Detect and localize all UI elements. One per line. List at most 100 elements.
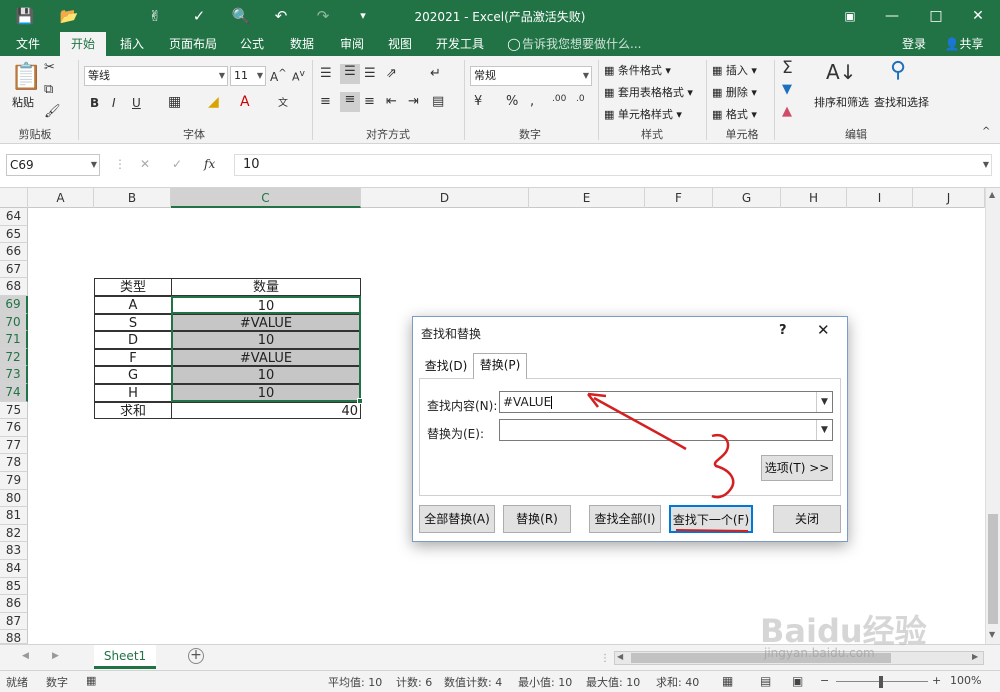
row-header[interactable]: 86 bbox=[0, 595, 28, 613]
decrease-decimal-icon[interactable]: .0 bbox=[576, 94, 585, 104]
percent-icon[interactable]: % bbox=[506, 94, 518, 109]
sheet-tab-sheet1[interactable]: Sheet1 bbox=[94, 645, 156, 669]
fill-icon[interactable]: ▼ bbox=[782, 82, 792, 97]
table-sum-value[interactable]: 40 bbox=[171, 401, 361, 420]
tab-page-layout[interactable]: 页面布局 bbox=[164, 32, 222, 56]
font-name-select[interactable]: 等线 ▼ bbox=[84, 66, 228, 86]
tab-home[interactable]: 开始 bbox=[60, 32, 106, 56]
tab-view[interactable]: 视图 bbox=[380, 32, 420, 56]
tab-developer[interactable]: 开发工具 bbox=[430, 32, 490, 56]
wrap-text-icon[interactable]: ↵ bbox=[430, 66, 441, 81]
dialog-close-icon[interactable]: ✕ bbox=[817, 321, 830, 339]
macro-record-icon[interactable]: ▦ bbox=[86, 674, 96, 687]
phonetic-icon[interactable]: 文 bbox=[278, 94, 288, 109]
row-header[interactable]: 74 bbox=[0, 384, 28, 402]
table-cell-value[interactable]: 10 bbox=[171, 296, 361, 314]
table-format-button[interactable]: ▦ 套用表格格式 ▾ bbox=[604, 84, 693, 100]
zoom-in-icon[interactable]: + bbox=[932, 674, 941, 687]
format-painter-icon[interactable]: 🖌 bbox=[44, 104, 61, 119]
row-header[interactable]: 66 bbox=[0, 243, 28, 261]
cell-style-button[interactable]: ▦ 单元格样式 ▾ bbox=[604, 106, 682, 122]
table-cell-value[interactable]: #VALUE bbox=[171, 313, 361, 332]
row-header[interactable]: 81 bbox=[0, 507, 28, 525]
align-top-icon[interactable]: ☰ bbox=[320, 66, 332, 81]
table-cell-type[interactable]: D bbox=[94, 331, 172, 349]
orientation-icon[interactable]: ⇗ bbox=[386, 66, 397, 81]
row-header[interactable]: 75 bbox=[0, 401, 28, 420]
format-cells-button[interactable]: ▦ 格式 ▾ bbox=[712, 106, 757, 122]
table-sum-label[interactable]: 求和 bbox=[94, 401, 172, 420]
table-cell-type[interactable]: H bbox=[94, 384, 172, 402]
find-input[interactable]: #VALUE ▼ bbox=[499, 391, 833, 413]
enter-icon[interactable]: ✓ bbox=[172, 157, 182, 171]
replace-input[interactable]: ▼ bbox=[499, 419, 833, 441]
fill-handle[interactable] bbox=[357, 397, 363, 404]
number-format-select[interactable]: 常规 ▼ bbox=[470, 66, 592, 86]
cancel-icon[interactable]: ✕ bbox=[140, 157, 150, 171]
row-header[interactable]: 83 bbox=[0, 542, 28, 560]
next-sheet-icon[interactable]: ▶ bbox=[52, 651, 59, 661]
bold-icon[interactable]: B bbox=[90, 96, 99, 110]
grow-font-icon[interactable]: A^ bbox=[270, 68, 287, 84]
formula-input[interactable]: 10 ▼ bbox=[234, 154, 992, 176]
sort-filter-icon[interactable]: A↓ bbox=[826, 60, 856, 84]
page-break-view-icon[interactable]: ▣ bbox=[792, 674, 803, 688]
replace-all-button[interactable]: 全部替换(A) bbox=[419, 505, 495, 533]
delete-cells-button[interactable]: ▦ 删除 ▾ bbox=[712, 84, 757, 100]
shrink-font-icon[interactable]: Av bbox=[292, 68, 305, 84]
prev-sheet-icon[interactable]: ◀ bbox=[22, 651, 29, 661]
merge-center-icon[interactable]: ▤ bbox=[432, 94, 444, 109]
close-button[interactable]: 关闭 bbox=[773, 505, 841, 533]
table-cell-type[interactable]: G bbox=[94, 366, 172, 384]
scroll-down-icon[interactable]: ▼ bbox=[989, 630, 995, 639]
select-all-corner[interactable] bbox=[0, 188, 28, 208]
col-header-c[interactable]: C bbox=[171, 188, 361, 208]
add-sheet-icon[interactable]: + bbox=[188, 648, 204, 664]
autosum-icon[interactable]: Σ bbox=[782, 58, 793, 78]
find-next-button[interactable]: 查找下一个(F) bbox=[669, 505, 753, 533]
align-right-icon[interactable]: ≡ bbox=[364, 94, 375, 109]
col-header-e[interactable]: E bbox=[529, 188, 645, 208]
table-cell-value[interactable]: 10 bbox=[171, 384, 361, 402]
paste-label[interactable]: 粘贴 bbox=[12, 94, 34, 110]
row-header[interactable]: 84 bbox=[0, 560, 28, 578]
tab-insert[interactable]: 插入 bbox=[112, 32, 152, 56]
table-cell-type[interactable]: F bbox=[94, 348, 172, 367]
options-button[interactable]: 选项(T) >> bbox=[761, 455, 833, 481]
find-all-button[interactable]: 查找全部(I) bbox=[589, 505, 661, 533]
row-header[interactable]: 64 bbox=[0, 208, 28, 226]
insert-cells-button[interactable]: ▦ 插入 ▾ bbox=[712, 62, 757, 78]
increase-decimal-icon[interactable]: .00 bbox=[552, 94, 566, 104]
tab-formulas[interactable]: 公式 bbox=[232, 32, 272, 56]
chevron-down-icon[interactable]: ▼ bbox=[816, 420, 832, 440]
insert-function-icon[interactable]: fx bbox=[204, 157, 215, 171]
zoom-out-icon[interactable]: − bbox=[820, 674, 829, 687]
row-header[interactable]: 77 bbox=[0, 436, 28, 455]
tab-review[interactable]: 审阅 bbox=[332, 32, 372, 56]
table-cell-value[interactable]: 10 bbox=[171, 331, 361, 349]
decrease-indent-icon[interactable]: ⇤ bbox=[386, 94, 397, 109]
border-icon[interactable]: ▦ bbox=[168, 94, 181, 110]
scroll-up-icon[interactable]: ▲ bbox=[989, 190, 995, 199]
table-cell-type[interactable]: A bbox=[94, 296, 172, 314]
vertical-scrollbar[interactable]: ▲ ▼ bbox=[985, 188, 1000, 644]
row-header[interactable]: 85 bbox=[0, 577, 28, 596]
row-header[interactable]: 73 bbox=[0, 366, 28, 384]
share-button[interactable]: 👤共享 bbox=[936, 32, 992, 56]
row-header[interactable]: 71 bbox=[0, 331, 28, 349]
close-window-button[interactable]: ✕ bbox=[956, 0, 1000, 32]
row-header[interactable]: 80 bbox=[0, 489, 28, 508]
italic-icon[interactable]: I bbox=[112, 96, 116, 110]
table-cell-value[interactable]: 10 bbox=[171, 366, 361, 384]
zoom-slider-thumb[interactable] bbox=[879, 676, 883, 688]
search-icon[interactable]: ⚲ bbox=[890, 58, 906, 83]
ribbon-display-icon[interactable]: ▣ bbox=[828, 0, 872, 32]
chevron-down-icon[interactable]: ▼ bbox=[816, 392, 832, 412]
cond-format-button[interactable]: ▦ 条件格式 ▾ bbox=[604, 62, 671, 78]
row-header[interactable]: 68 bbox=[0, 278, 28, 296]
normal-view-icon[interactable]: ▦ bbox=[722, 674, 733, 688]
sort-filter-label[interactable]: 排序和筛选 bbox=[814, 94, 869, 110]
row-header[interactable]: 65 bbox=[0, 225, 28, 244]
col-header-f[interactable]: F bbox=[645, 188, 713, 208]
login-link[interactable]: 登录 bbox=[896, 32, 932, 56]
